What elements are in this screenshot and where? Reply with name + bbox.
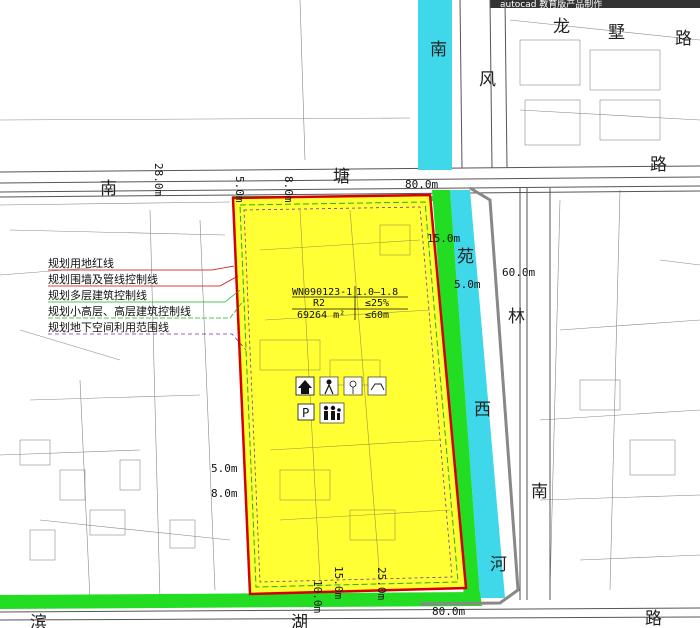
road-north-1: 南 — [100, 179, 117, 199]
road-north-2: 塘 — [333, 167, 350, 187]
dim-5m-top: 5.0m — [233, 176, 246, 203]
parcel-coverage: ≤25% — [365, 298, 389, 309]
dim-15m-ne: 15.0m — [427, 232, 460, 245]
road-south-1: 滨 — [30, 613, 47, 628]
dim-60m: 60.0m — [502, 266, 535, 279]
dim-5m-ne: 5.0m — [454, 278, 481, 291]
dim-10m-s: 10.0m — [311, 580, 324, 613]
river-north — [418, 0, 452, 170]
header-partial-label: autocad 教育版产品制作 — [500, 0, 602, 10]
road-river-2: 林 — [508, 307, 525, 327]
dim-80m-south: 80.0m — [432, 605, 465, 618]
south-road — [0, 607, 700, 621]
road-nanfeng-1: 南 — [430, 40, 447, 60]
parcel-area: 69264 m² — [297, 310, 345, 321]
road-longshu-3: 路 — [675, 29, 692, 49]
legend-label-red-line: 规划用地红线 — [48, 257, 114, 270]
road-longshu-2: 墅 — [608, 23, 625, 43]
road-river-4: 南 — [531, 482, 548, 502]
road-south-3: 路 — [645, 609, 662, 628]
road-longshu-1: 龙 — [553, 17, 570, 37]
parcel-height: ≤60m — [365, 310, 389, 321]
road-nanfeng-2: 风 — [479, 70, 496, 90]
dim-8m-w: 8.0m — [211, 487, 238, 500]
road-river-1: 苑 — [457, 247, 474, 267]
flower-icon — [343, 376, 363, 396]
legend-label-highrise-line: 规划小高层、高层建筑控制线 — [48, 305, 191, 318]
legend-label-wall-line: 规划围墙及管线控制线 — [48, 273, 158, 286]
road-river-5: 河 — [490, 555, 507, 575]
parcel-use: R2 — [313, 298, 325, 309]
dim-15m-s: 15.0m — [332, 566, 345, 599]
east-road — [519, 188, 551, 600]
parcel-code: WN090123-1 — [292, 287, 352, 298]
person-icon — [319, 376, 339, 396]
dim-25m-s: 25.0m — [375, 567, 388, 600]
parking-icon: P — [297, 403, 315, 421]
road-north-3: 路 — [650, 155, 667, 175]
dim-8m-top: 8.0m — [282, 176, 295, 203]
dim-28m: 28.0m — [152, 163, 165, 196]
dim-80m-north: 80.0m — [405, 178, 438, 191]
parcel-far: 1.0—1.8 — [356, 287, 398, 298]
green-belt-south — [0, 592, 482, 609]
dim-5m-w: 5.0m — [211, 462, 238, 475]
dog-icon — [367, 376, 387, 396]
house-icon — [295, 376, 315, 396]
svg-text:P: P — [302, 406, 309, 420]
family-icon — [319, 402, 345, 424]
road-river-3: 西 — [474, 400, 491, 420]
road-south-2: 湖 — [291, 613, 308, 628]
legend-label-multistory-line: 规划多层建筑控制线 — [48, 289, 147, 302]
legend-label-underground-line: 规划地下空间利用范围线 — [48, 321, 169, 334]
